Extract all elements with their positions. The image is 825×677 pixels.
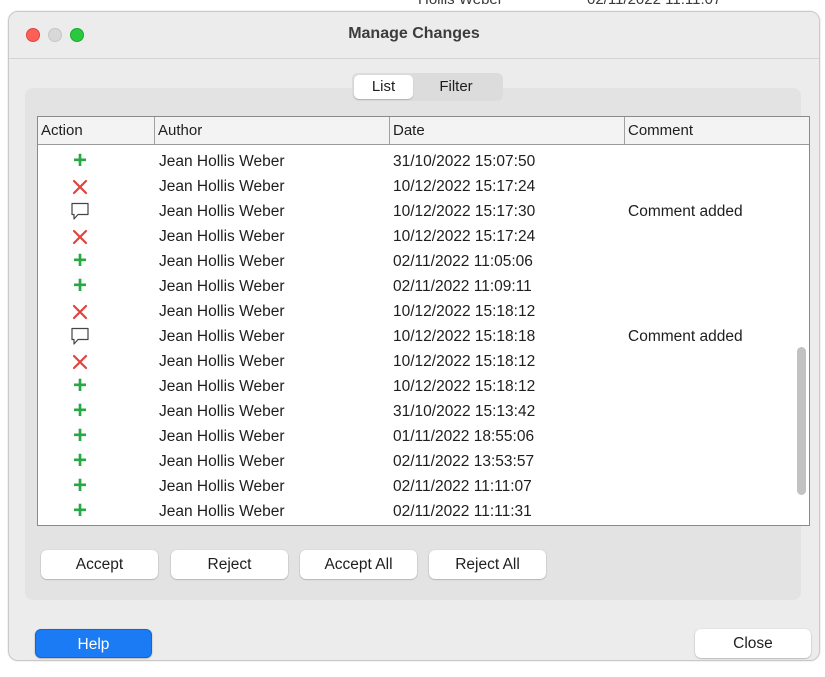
background-date-text: 02/11/2022 11:11:07 [587,0,721,8]
table-row[interactable]: Jean Hollis Weber 10/12/2022 15:17:24 [38,224,798,249]
row-author: Jean Hollis Weber [159,378,285,395]
scrollbar-thumb[interactable] [797,347,806,495]
insertion-plus-icon: + [72,247,87,274]
row-date: 02/11/2022 13:53:57 [393,453,535,470]
row-author: Jean Hollis Weber [159,478,285,495]
row-author: Jean Hollis Weber [159,328,285,345]
close-button[interactable]: Close [695,629,811,658]
row-author: Jean Hollis Weber [159,153,285,170]
background-author-text: Hollis Weber [418,0,503,8]
row-date: 02/11/2022 11:11:07 [393,478,532,495]
row-author: Jean Hollis Weber [159,428,285,445]
insertion-plus-icon: + [72,147,87,174]
tab-filter[interactable]: Filter [413,75,499,99]
row-date: 10/12/2022 15:17:30 [393,203,536,220]
insertion-plus-icon: + [72,422,87,449]
table-row[interactable]: + Jean Hollis Weber 10/12/2022 15:18:12 [38,374,798,399]
row-date: 10/12/2022 15:17:24 [393,228,536,245]
row-date: 02/11/2022 11:05:06 [393,253,533,270]
insertion-plus-icon: + [72,397,87,424]
deletion-x-icon [68,224,92,249]
changes-list[interactable]: Action Author Date Comment + Jean Hollis … [37,116,810,526]
table-row[interactable]: + Jean Hollis Weber 02/11/2022 11:11:31 [38,499,798,524]
tab-list[interactable]: List [354,75,413,99]
row-date: 31/10/2022 15:07:50 [393,153,536,170]
row-date: 10/12/2022 15:18:12 [393,378,536,395]
window-title: Manage Changes [348,25,480,42]
table-row[interactable]: + Jean Hollis Weber 01/11/2022 18:55:06 [38,424,798,449]
row-author: Jean Hollis Weber [159,228,285,245]
row-date: 02/11/2022 11:11:31 [393,503,532,520]
insertion-plus-icon: + [72,497,87,524]
column-header-date[interactable]: Date [390,117,625,144]
help-button[interactable]: Help [35,629,152,658]
table-row[interactable]: + Jean Hollis Weber 02/11/2022 11:05:06 [38,249,798,274]
table-row[interactable]: Jean Hollis Weber 10/12/2022 15:18:12 [38,349,798,374]
row-author: Jean Hollis Weber [159,353,285,370]
row-author: Jean Hollis Weber [159,503,285,520]
table-row[interactable]: Jean Hollis Weber 10/12/2022 15:17:30 Comm… [38,199,798,224]
accept-button[interactable]: Accept [41,550,158,579]
changes-list-header: Action Author Date Comment [38,117,809,145]
insertion-plus-icon: + [72,472,87,499]
title-bar: Manage Changes [9,12,819,59]
table-row[interactable]: + Jean Hollis Weber 31/10/2022 15:07:50 [38,149,798,174]
column-header-comment[interactable]: Comment [625,117,809,144]
row-comment: Comment added [628,328,743,345]
row-date: 02/11/2022 11:09:11 [393,278,532,295]
row-date: 10/12/2022 15:17:24 [393,178,536,195]
column-header-author[interactable]: Author [155,117,390,144]
row-author: Jean Hollis Weber [159,278,285,295]
row-author: Jean Hollis Weber [159,178,285,195]
row-author: Jean Hollis Weber [159,303,285,320]
deletion-x-icon [68,349,92,374]
table-row[interactable]: Jean Hollis Weber 10/12/2022 15:17:24 [38,174,798,199]
view-tab-control: List Filter [352,73,503,101]
table-row[interactable]: + Jean Hollis Weber 02/11/2022 13:53:57 [38,449,798,474]
row-author: Jean Hollis Weber [159,203,285,220]
reject-all-button[interactable]: Reject All [429,550,546,579]
table-row[interactable]: Jean Hollis Weber 10/12/2022 15:18:18 Comm… [38,324,798,349]
row-author: Jean Hollis Weber [159,453,285,470]
reject-button[interactable]: Reject [171,550,288,579]
deletion-x-icon [68,174,92,199]
row-date: 10/12/2022 15:18:12 [393,303,536,320]
comment-bubble-icon [68,199,92,224]
row-date: 01/11/2022 18:55:06 [393,428,535,445]
table-row[interactable]: + Jean Hollis Weber 31/10/2022 15:13:42 [38,399,798,424]
comment-bubble-icon [68,324,92,349]
accept-all-button[interactable]: Accept All [300,550,417,579]
column-header-action[interactable]: Action [38,117,155,144]
row-author: Jean Hollis Weber [159,253,285,270]
row-date: 10/12/2022 15:18:12 [393,353,536,370]
insertion-plus-icon: + [72,272,87,299]
insertion-plus-icon: + [72,372,87,399]
table-row[interactable]: + Jean Hollis Weber 02/11/2022 11:11:07 [38,474,798,499]
table-row[interactable]: + Jean Hollis Weber 02/11/2022 11:09:11 [38,274,798,299]
insertion-plus-icon: + [72,447,87,474]
vertical-scrollbar[interactable] [794,151,806,523]
row-date: 10/12/2022 15:18:18 [393,328,536,345]
row-comment: Comment added [628,203,743,220]
table-row[interactable]: Jean Hollis Weber 10/12/2022 15:18:12 [38,299,798,324]
deletion-x-icon [68,299,92,324]
row-date: 31/10/2022 15:13:42 [393,403,536,420]
manage-changes-dialog: Manage Changes List Filter Action Author… [8,11,820,661]
row-author: Jean Hollis Weber [159,403,285,420]
